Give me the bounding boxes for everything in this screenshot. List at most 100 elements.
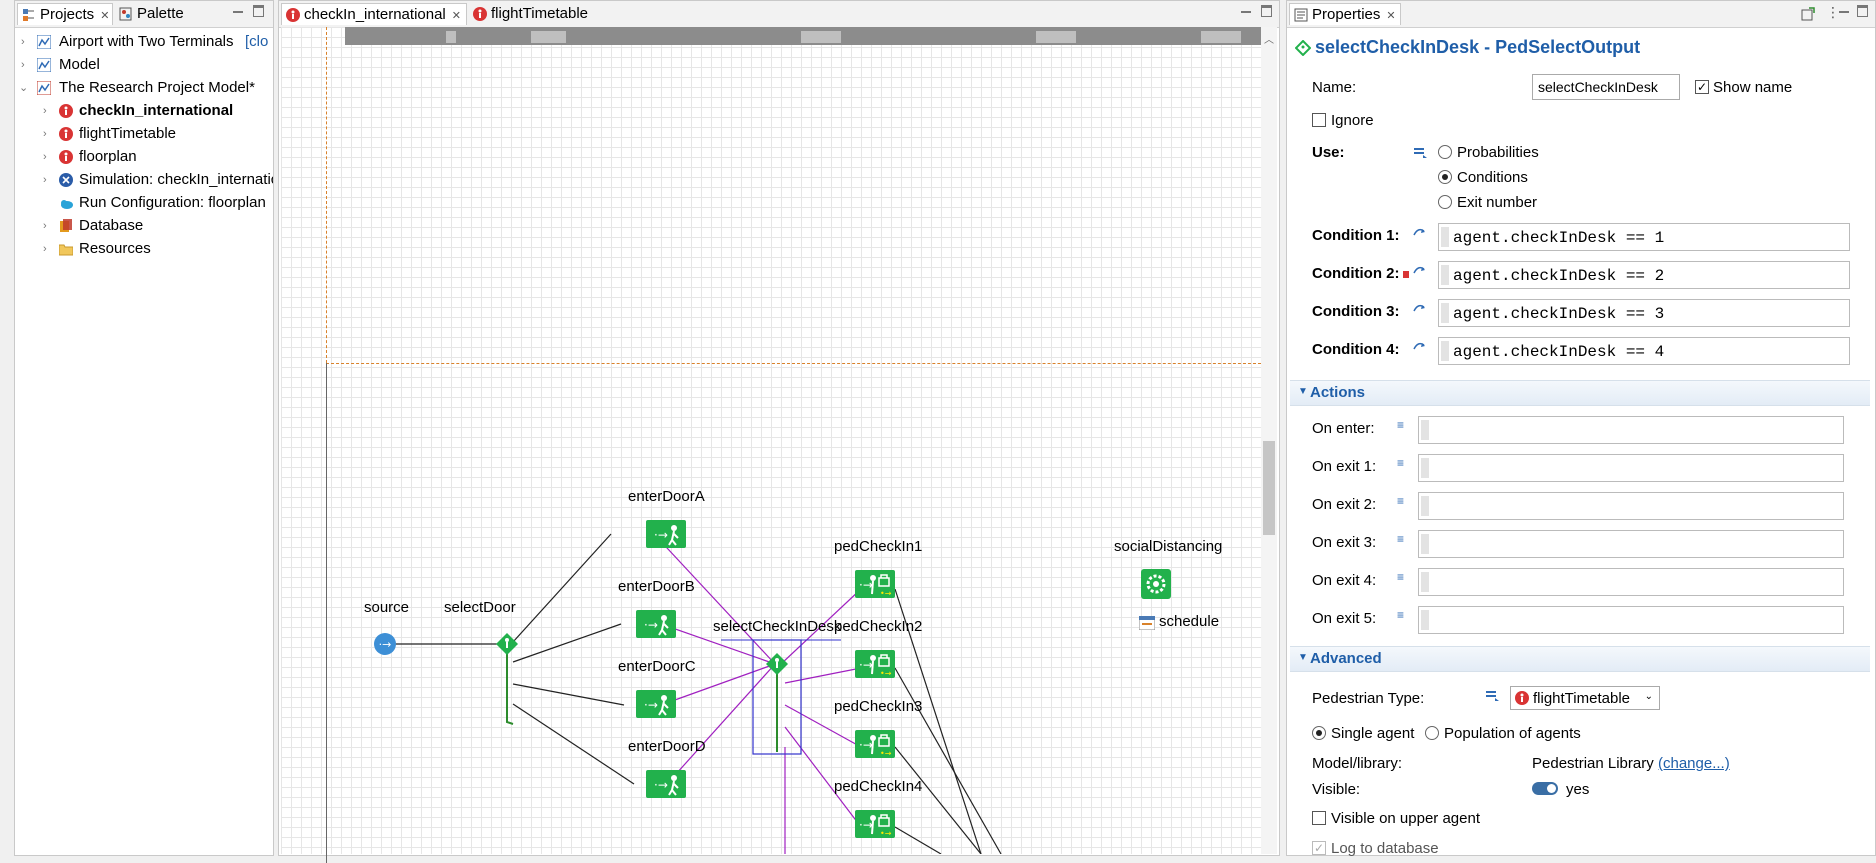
ped-enter-block-d[interactable]: ·→ [646,770,686,798]
action-label: On exit 1: [1312,458,1377,475]
close-icon[interactable]: ✕ [1386,10,1395,22]
name-label: Name: [1312,79,1357,96]
canvas-scrollbar-track[interactable]: ︿ [1261,27,1277,854]
minimize-button[interactable] [1839,5,1849,13]
action-label: On enter: [1312,420,1375,437]
select-output-icon[interactable] [765,652,789,676]
svg-text:·→: ·→ [859,658,873,672]
minimize-button[interactable] [233,5,243,13]
tree-item-label: Database [79,217,144,234]
ped-service-block-3[interactable]: ·→ •→ [855,730,895,758]
expand-icon[interactable]: › [43,123,47,145]
option-conditions: Conditions [1457,169,1528,186]
select-output-icon[interactable] [495,632,519,656]
close-icon[interactable]: ✕ [452,10,461,22]
properties-icon [1294,8,1308,22]
tab-projects[interactable]: Projects ✕ [17,3,113,25]
on-exit-5-field[interactable] [1418,606,1844,634]
diagram-canvas[interactable]: source ·→ selectDoor enterDoorA ·→ enter… [281,27,1266,863]
close-icon[interactable]: ✕ [100,10,109,22]
radio-conditions[interactable] [1438,170,1452,184]
canvas-scrollbar-up[interactable]: ︿ [1264,31,1274,46]
code-icon[interactable]: ≡ [1397,494,1404,508]
tab-properties-label: Properties [1312,6,1381,23]
ped-service-block-1[interactable]: ·→ •→ [855,570,895,598]
on-exit-2-field[interactable] [1418,492,1844,520]
expand-icon[interactable]: › [43,215,47,237]
dynamic-param-icon[interactable] [1412,303,1426,315]
radio-exit-number[interactable] [1438,195,1452,209]
on-exit-1-field[interactable] [1418,454,1844,482]
code-icon[interactable]: ≡ [1397,456,1404,470]
expand-icon[interactable]: › [43,238,47,260]
condition-4-field[interactable]: agent.checkInDesk == 4 [1438,337,1850,365]
dynamic-param-icon[interactable] [1412,227,1426,239]
projects-tabbar: Projects ✕ Palette [15,1,273,28]
tree-item-label: Model [59,56,100,73]
ped-service-block-4[interactable]: ·→ •→ [855,810,895,838]
radio-single-agent[interactable] [1312,726,1326,740]
block-label-enterDoorB: enterDoorB [618,578,695,595]
on-exit-3-field[interactable] [1418,530,1844,558]
code-icon[interactable]: ≡ [1397,570,1404,584]
view-menu-icon[interactable]: ⋮ [1826,4,1840,21]
condition-3-field[interactable]: agent.checkInDesk == 3 [1438,299,1850,327]
editor-tabbar: checkIn_international ✕ flightTimetable [279,1,1279,28]
expand-icon[interactable]: › [43,146,47,168]
show-name-checkbox[interactable]: ✓ [1695,80,1709,94]
tab-properties[interactable]: Properties ✕ [1289,3,1401,25]
tree-item-label: checkIn_international [79,102,234,119]
visible-upper-checkbox[interactable] [1312,811,1326,825]
name-input[interactable] [1532,74,1680,100]
agent-icon [286,8,300,22]
static-param-icon[interactable] [1414,147,1428,159]
source-block-icon[interactable]: ·→ [373,632,397,656]
ignore-checkbox[interactable] [1312,113,1326,127]
dynamic-param-icon[interactable] [1412,341,1426,353]
maximize-button[interactable] [1261,5,1272,17]
pin-icon[interactable] [1801,7,1815,21]
dynamic-param-icon[interactable] [1412,265,1426,277]
code-icon[interactable]: ≡ [1397,608,1404,622]
schedule-icon[interactable] [1139,616,1155,630]
on-exit-4-field[interactable] [1418,568,1844,596]
expand-icon[interactable]: › [21,31,25,53]
condition-2-field[interactable]: agent.checkInDesk == 2 [1438,261,1850,289]
svg-text:·→: ·→ [644,618,658,632]
radio-probabilities[interactable] [1438,145,1452,159]
ped-enter-block-a[interactable]: ·→ [646,520,686,548]
code-icon[interactable]: ≡ [1397,418,1404,432]
ped-enter-block-b[interactable]: ·→ [636,610,676,638]
actions-section-header[interactable]: ▼ Actions [1290,380,1870,406]
minimize-button[interactable] [1241,5,1251,13]
canvas-scrollbar-thumb[interactable] [1263,441,1275,535]
radio-population[interactable] [1425,726,1439,740]
maximize-button[interactable] [1857,5,1868,17]
log-db-checkbox[interactable]: ✓ [1312,841,1326,855]
block-label-pedCheckIn1: pedCheckIn1 [834,538,923,555]
collapse-icon[interactable]: ⌄ [19,77,28,99]
advanced-section-header[interactable]: ▼ Advanced [1290,646,1870,672]
ped-service-block-2[interactable]: ·→ •→ [855,650,895,678]
static-param-icon[interactable] [1486,690,1500,702]
code-icon[interactable]: ≡ [1397,532,1404,546]
tab-checkin-international[interactable]: checkIn_international ✕ [281,3,467,25]
expand-icon[interactable]: › [21,54,25,76]
action-label: On exit 4: [1312,572,1377,589]
simulation-icon [59,173,73,187]
ped-enter-block-c[interactable]: ·→ [636,690,676,718]
expand-icon[interactable]: › [43,169,47,191]
tab-palette[interactable]: Palette [115,3,205,25]
visible-toggle[interactable] [1532,782,1558,795]
svg-text:•→: •→ [880,829,892,838]
condition-1-field[interactable]: agent.checkInDesk == 1 [1438,223,1850,251]
expand-icon[interactable]: › [43,100,47,122]
tab-flight-timetable[interactable]: flightTimetable [469,3,603,25]
change-link[interactable]: (change...) [1658,755,1730,772]
projects-icon [23,9,34,21]
ignore-label: Ignore [1331,112,1374,129]
maximize-button[interactable] [253,5,264,17]
ped-type-dropdown[interactable]: flightTimetable ⌄ [1510,686,1660,710]
event-gear-icon[interactable] [1141,569,1171,599]
on-enter-field[interactable] [1418,416,1844,444]
